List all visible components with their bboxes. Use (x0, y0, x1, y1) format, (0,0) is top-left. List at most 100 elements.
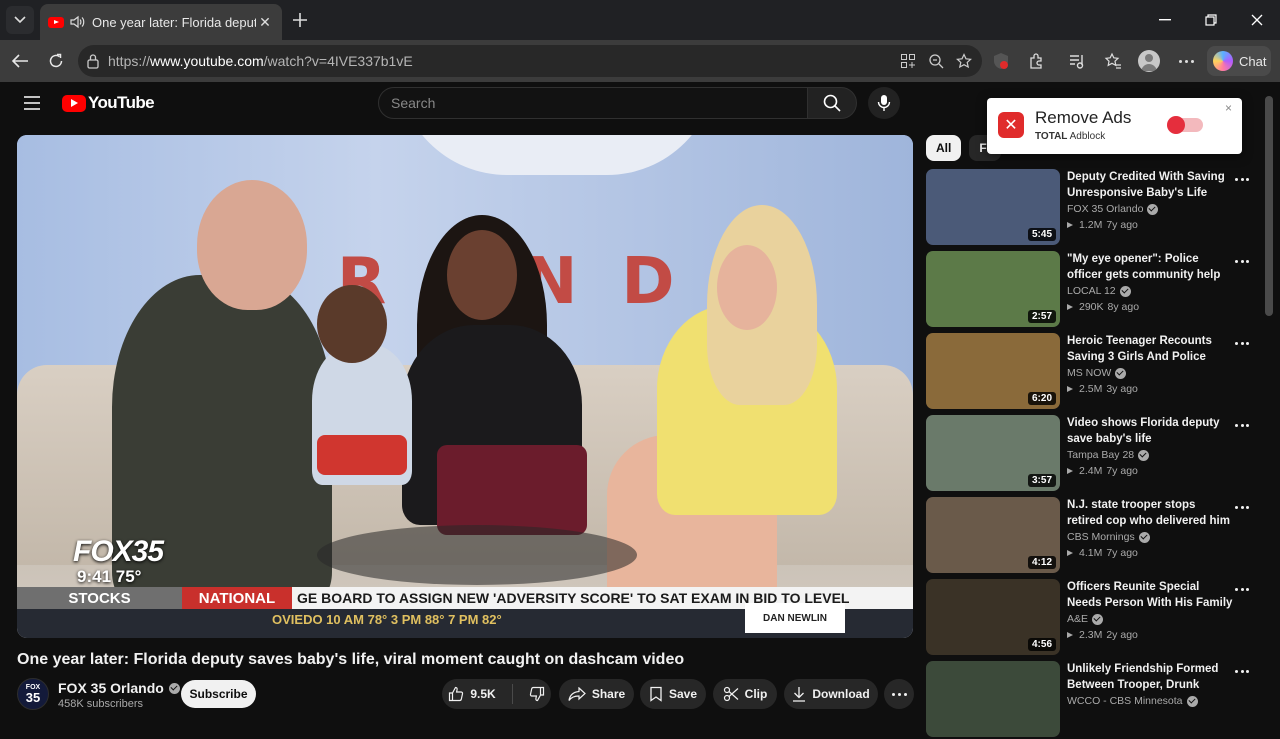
star-icon[interactable] (956, 53, 972, 69)
recommendation-menu-button[interactable] (1234, 171, 1250, 187)
recommendation-menu-button[interactable] (1234, 417, 1250, 433)
adblock-close-icon[interactable]: × (1225, 101, 1232, 115)
hamburger-menu-icon[interactable] (22, 92, 42, 114)
voice-search-button[interactable] (868, 87, 900, 119)
recommendation-thumbnail[interactable]: 4:56 (926, 579, 1060, 655)
recommendation-title[interactable]: Officers Reunite Special Needs Person Wi… (1067, 579, 1233, 611)
address-bar[interactable]: https://www.youtube.com/watch?v=4IVE337b… (78, 45, 982, 77)
recommendation-menu-button[interactable] (1234, 663, 1250, 679)
tab-list-button[interactable] (6, 6, 34, 34)
video-player[interactable]: RANDO FOX35 9:41 75° GE BOARD TO ASSIGN … (17, 135, 913, 638)
verified-badge-icon (1138, 449, 1150, 461)
more-actions-button[interactable] (884, 679, 914, 709)
recommendation-title[interactable]: "My eye opener": Police officer gets com… (1067, 251, 1233, 283)
recommendation-channel[interactable]: LOCAL 12 (1067, 285, 1131, 297)
recommendation-title[interactable]: Heroic Teenager Recounts Saving 3 Girls … (1067, 333, 1233, 365)
channel-name[interactable]: FOX 35 Orlando (58, 680, 180, 696)
view-count: 1.2M (1079, 219, 1103, 231)
refresh-button[interactable] (43, 48, 69, 74)
news-lower-third: FOX35 9:41 75° GE BOARD TO ASSIGN NEW 'A… (17, 527, 913, 638)
extensions-icon[interactable] (1028, 52, 1046, 70)
thumbs-up-icon (449, 686, 464, 702)
zoom-icon[interactable] (928, 53, 944, 69)
deputy-head (197, 180, 307, 310)
recommendation-thumbnail[interactable] (926, 661, 1060, 737)
close-window-button[interactable] (1234, 0, 1280, 40)
recommendation-channel[interactable]: A&E (1067, 613, 1104, 625)
recommendation-menu-button[interactable] (1234, 335, 1250, 351)
share-button[interactable]: Share (559, 679, 634, 709)
download-button[interactable]: Download (784, 679, 878, 709)
chip-all[interactable]: All (926, 135, 962, 161)
recommendation-title[interactable]: N.J. state trooper stops retired cop who… (1067, 497, 1233, 529)
recommendation-channel[interactable]: MS NOW (1067, 367, 1127, 379)
profile-avatar[interactable] (1138, 50, 1160, 72)
media-control-icon[interactable] (1068, 52, 1088, 70)
recommendation-card[interactable]: 4:12 N.J. state trooper stops retired cop… (926, 497, 1256, 575)
favorites-icon[interactable] (1104, 52, 1122, 70)
adblock-extension-icon[interactable] (992, 52, 1010, 70)
recommendation-channel[interactable]: FOX 35 Orlando (1067, 203, 1159, 215)
browser-tab[interactable]: One year later: Florida deputy saves bab… (40, 4, 282, 40)
recommendation-card[interactable]: Unlikely Friendship Formed Between Troop… (926, 661, 1256, 739)
adblock-brand-bold: TOTAL (1035, 131, 1068, 142)
recommendation-title[interactable]: Video shows Florida deputy save baby's l… (1067, 415, 1233, 447)
like-button[interactable]: 9.5K (448, 686, 496, 702)
tab-close-icon[interactable]: ✕ (256, 13, 274, 31)
recommendation-thumbnail[interactable]: 5:45 (926, 169, 1060, 245)
verified-badge-icon (1115, 367, 1127, 379)
recommendation-channel-name: FOX 35 Orlando (1067, 203, 1144, 215)
recommendation-channel-name: CBS Mornings (1067, 531, 1135, 543)
dot-icon (1235, 505, 1238, 509)
url-prefix: https:// (108, 53, 151, 69)
recommendation-channel[interactable]: WCCO - CBS Minnesota (1067, 695, 1198, 707)
channel-avatar[interactable]: FOX 35 (17, 678, 49, 710)
minimize-button[interactable] (1142, 0, 1188, 40)
recommendation-card[interactable]: 4:56 Officers Reunite Special Needs Perso… (926, 579, 1256, 657)
recommendation-title[interactable]: Unlikely Friendship Formed Between Troop… (1067, 661, 1233, 693)
recommendation-menu-button[interactable] (1234, 253, 1250, 269)
plus-icon (293, 13, 307, 27)
recommendation-channel[interactable]: Tampa Bay 28 (1067, 449, 1150, 461)
recommendation-channel[interactable]: CBS Mornings (1067, 531, 1150, 543)
station-logo: FOX35 (73, 535, 164, 568)
save-button[interactable]: Save (640, 679, 706, 709)
search-input[interactable] (379, 88, 779, 118)
page-scrollbar[interactable] (1265, 96, 1273, 316)
more-options-button[interactable] (1176, 50, 1196, 72)
arrow-left-icon (11, 54, 28, 68)
recommendation-meta: 2.5M 3y ago (1067, 383, 1138, 395)
recommendation-card[interactable]: 3:57 Video shows Florida deputy save baby… (926, 415, 1256, 493)
recommendation-card[interactable]: 6:20 Heroic Teenager Recounts Saving 3 Gi… (926, 333, 1256, 411)
dot-icon (1240, 423, 1244, 427)
recommendation-thumbnail[interactable]: 3:57 (926, 415, 1060, 491)
dislike-button[interactable] (529, 686, 545, 702)
new-tab-button[interactable] (288, 8, 312, 32)
adblock-popup: ✕ Remove Ads TOTAL Adblock × (987, 98, 1242, 154)
remove-ads-toggle[interactable] (1167, 116, 1203, 134)
clip-button[interactable]: Clip (713, 679, 777, 709)
subscribe-button[interactable]: Subscribe (181, 680, 256, 708)
recommendation-thumbnail[interactable]: 4:12 (926, 497, 1060, 573)
copilot-chat-button[interactable]: Chat (1207, 46, 1271, 76)
restore-button[interactable] (1188, 0, 1234, 40)
close-icon (1251, 14, 1263, 26)
dot-icon (1240, 341, 1244, 345)
recommendation-menu-button[interactable] (1234, 581, 1250, 597)
back-button[interactable] (7, 48, 33, 74)
recommendation-meta: 4.1M 7y ago (1067, 547, 1138, 559)
recommendation-thumbnail[interactable]: 6:20 (926, 333, 1060, 409)
recommendation-card[interactable]: 5:45 Deputy Credited With Saving Unrespon… (926, 169, 1256, 247)
recommendation-card[interactable]: 2:57 "My eye opener": Police officer gets… (926, 251, 1256, 329)
youtube-logo[interactable]: YouTube (62, 93, 155, 113)
recommendation-menu-button[interactable] (1234, 499, 1250, 515)
dot-icon (1235, 669, 1238, 673)
app-grid-icon[interactable] (900, 53, 916, 69)
lock-icon[interactable] (86, 53, 100, 69)
search-box[interactable] (378, 87, 808, 119)
speaker-icon[interactable] (70, 15, 86, 29)
verified-badge-icon (168, 682, 180, 694)
recommendation-title[interactable]: Deputy Credited With Saving Unresponsive… (1067, 169, 1233, 201)
search-button[interactable] (807, 87, 857, 119)
recommendation-thumbnail[interactable]: 2:57 (926, 251, 1060, 327)
